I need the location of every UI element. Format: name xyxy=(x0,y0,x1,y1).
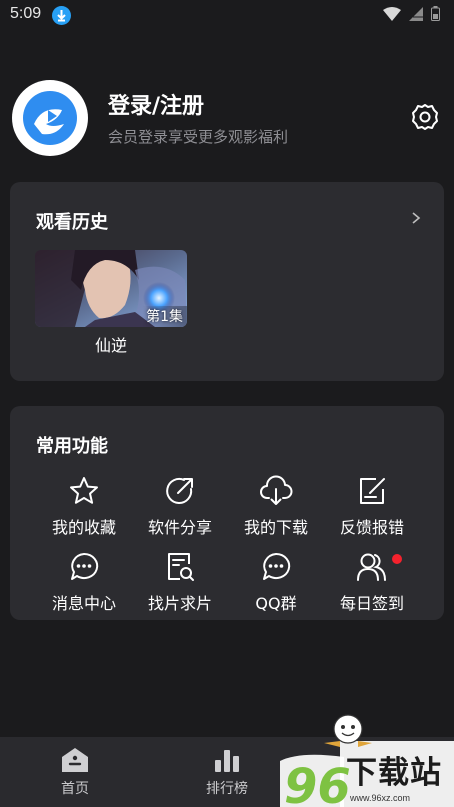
daily-checkin-label: 每日签到 xyxy=(339,594,404,613)
signal-icon xyxy=(409,6,423,21)
tab-ranking-label: 排行榜 xyxy=(206,781,248,797)
history-video-title[interactable]: 仙逆 xyxy=(35,332,187,356)
find-movie-label: 找片求片 xyxy=(147,594,212,613)
my-downloads-label: 我的下载 xyxy=(243,518,308,537)
watch-history-card: 观看历史 第1集 仙逆 xyxy=(10,182,444,381)
battery-icon xyxy=(431,6,440,21)
qq-group-button[interactable]: QQ群 xyxy=(228,550,324,616)
watermark-url: www.96xz.com xyxy=(350,793,411,803)
feedback-button[interactable]: 反馈报错 xyxy=(324,474,420,540)
profile-header[interactable]: 登录/注册 会员登录享受更多观影福利 xyxy=(12,80,442,158)
share-app-button[interactable]: 软件分享 xyxy=(132,474,228,540)
chevron-right-icon[interactable] xyxy=(408,210,424,226)
gear-icon xyxy=(412,104,438,130)
login-subtitle: 会员登录享受更多观影福利 xyxy=(108,128,289,146)
search-list-icon xyxy=(163,550,197,584)
login-register-title[interactable]: 登录/注册 xyxy=(108,88,204,120)
edit-icon xyxy=(355,474,389,508)
status-bar: 5:09 xyxy=(0,0,454,32)
app-logo-icon xyxy=(23,91,77,145)
watch-history-title: 观看历史 xyxy=(36,212,108,233)
common-functions-card: 常用功能 我的收藏 软件分享 我的下载 反馈报错 消息中心 找片求片 QQ群 每… xyxy=(10,406,444,620)
daily-checkin-button[interactable]: 每日签到 xyxy=(324,550,420,616)
watermark-number: 96 xyxy=(284,759,351,807)
message-center-label: 消息中心 xyxy=(51,594,116,613)
watermark-logo: 96 下载站 www.96xz.com xyxy=(280,713,454,807)
function-grid: 我的收藏 软件分享 我的下载 反馈报错 消息中心 找片求片 QQ群 每日签到 xyxy=(36,474,420,616)
share-app-label: 软件分享 xyxy=(147,518,212,537)
status-time: 5:09 xyxy=(10,5,42,22)
status-icons xyxy=(383,6,440,21)
users-icon xyxy=(355,550,389,584)
tab-home-label: 首页 xyxy=(61,781,89,797)
message-center-button[interactable]: 消息中心 xyxy=(36,550,132,616)
common-functions-title: 常用功能 xyxy=(36,436,108,457)
settings-button[interactable] xyxy=(408,100,442,134)
star-icon xyxy=(67,474,101,508)
share-icon xyxy=(163,474,197,508)
watermark-brand: 下载站 xyxy=(346,755,442,791)
download-notification-icon xyxy=(52,6,71,25)
history-thumbnail[interactable]: 第1集 xyxy=(35,250,187,327)
qq-group-label: QQ群 xyxy=(255,594,297,613)
wifi-icon xyxy=(383,6,401,21)
my-favorites-button[interactable]: 我的收藏 xyxy=(36,474,132,540)
my-downloads-button[interactable]: 我的下载 xyxy=(228,474,324,540)
feedback-label: 反馈报错 xyxy=(339,518,404,537)
avatar[interactable] xyxy=(12,80,88,156)
my-favorites-label: 我的收藏 xyxy=(51,518,116,537)
chat-icon xyxy=(259,550,293,584)
cloud-download-icon xyxy=(259,474,293,508)
episode-label: 第1集 xyxy=(142,306,187,327)
bar-chart-icon xyxy=(215,750,239,772)
notification-dot xyxy=(392,554,402,564)
tab-ranking[interactable]: 排行榜 xyxy=(182,747,272,798)
home-icon xyxy=(62,748,88,772)
message-icon xyxy=(67,550,101,584)
tab-home[interactable]: 首页 xyxy=(30,747,120,798)
find-movie-button[interactable]: 找片求片 xyxy=(132,550,228,616)
